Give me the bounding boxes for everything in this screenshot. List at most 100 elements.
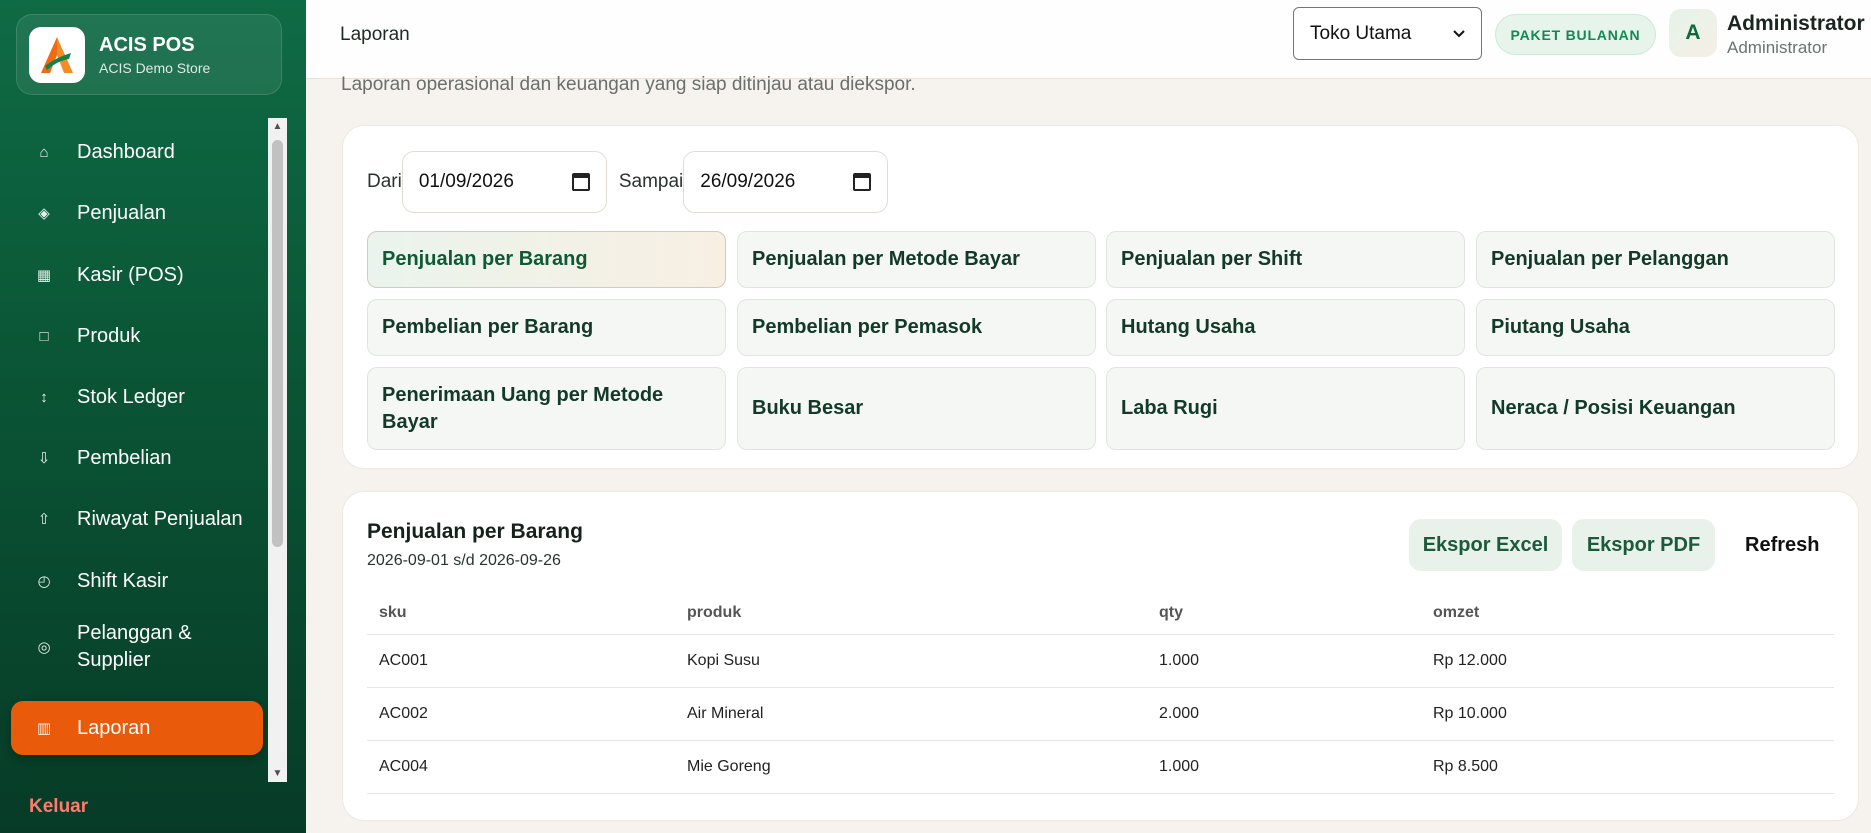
- user-name: Administrator: [1727, 12, 1865, 35]
- upload-arrow-icon: ⇧: [37, 511, 51, 528]
- sidebar-item-label: Produk: [77, 324, 141, 347]
- from-label: Dari: [367, 171, 402, 192]
- report-result-card: Penjualan per Barang 2026-09-01 s/d 2026…: [342, 491, 1859, 821]
- sidebar-item-dashboard[interactable]: ⌂ Dashboard: [11, 125, 263, 179]
- report-piutang-usaha[interactable]: Piutang Usaha: [1476, 299, 1835, 356]
- plan-badge: PAKET BULANAN: [1495, 14, 1656, 55]
- table-row[interactable]: AC001 Kopi Susu 1.000 Rp 12.000: [367, 635, 1834, 688]
- sidebar-item-riwayat-penjualan[interactable]: ⇧ Riwayat Penjualan: [11, 492, 263, 546]
- report-pembelian-per-pemasok[interactable]: Pembelian per Pemasok: [737, 299, 1096, 356]
- sidebar-item-label: Dashboard: [77, 140, 175, 163]
- sidebar-item-laporan[interactable]: ▥ Laporan: [11, 701, 263, 755]
- sidebar-item-stok-ledger[interactable]: ↕ Stok Ledger: [11, 370, 263, 424]
- to-label: Sampai: [618, 171, 684, 192]
- sales-icon: ◈: [38, 205, 50, 222]
- report-bars-icon: ▥: [36, 720, 52, 737]
- cell-qty: 1.000: [1159, 758, 1200, 775]
- calendar-icon[interactable]: [853, 173, 872, 191]
- cell-qty: 2.000: [1159, 705, 1200, 722]
- report-penjualan-per-pelanggan[interactable]: Penjualan per Pelanggan: [1476, 231, 1835, 288]
- cashier-grid-icon: ▦: [36, 267, 52, 284]
- from-date-input[interactable]: 01/09/2026: [401, 151, 607, 213]
- acis-logo: [29, 26, 85, 83]
- up-down-arrow-icon: ↕: [40, 388, 48, 406]
- brand-store: ACIS Demo Store: [99, 59, 211, 76]
- report-neraca-posisi-keuangan[interactable]: Neraca / Posisi Keuangan: [1476, 367, 1835, 450]
- date-range: Dari 01/09/2026 Sampai 26/09/2026: [367, 151, 889, 213]
- report-table: sku produk qty omzet AC001 Kopi Susu 1.0…: [367, 592, 1834, 794]
- column-header-produk[interactable]: produk: [687, 592, 741, 634]
- to-date-value: 26/09/2026: [700, 171, 796, 192]
- cell-produk: Kopi Susu: [687, 652, 760, 669]
- table-header-row: sku produk qty omzet: [367, 592, 1834, 635]
- report-hutang-usaha[interactable]: Hutang Usaha: [1106, 299, 1465, 356]
- product-box-icon: □: [39, 327, 49, 345]
- store-select[interactable]: Toko Utama: [1293, 7, 1482, 60]
- target-icon: ◎: [37, 639, 51, 656]
- logout-link[interactable]: Keluar: [29, 796, 88, 818]
- sidebar-item-label: Stok Ledger: [77, 385, 185, 408]
- cell-omzet: Rp 12.000: [1433, 652, 1507, 669]
- from-date-value: 01/09/2026: [418, 171, 514, 192]
- sidebar-item-shift-kasir[interactable]: ◴ Shift Kasir: [11, 554, 263, 608]
- sidebar-item-label: Shift Kasir: [77, 569, 169, 592]
- scroll-up-arrow-icon[interactable]: ▲: [268, 118, 287, 135]
- sidebar-nav: ⌂ Dashboard ◈ Penjualan ▦ Kasir (POS) □ …: [0, 118, 268, 782]
- table-row[interactable]: AC004 Mie Goreng 1.000 Rp 8.500: [367, 741, 1834, 794]
- export-excel-button[interactable]: Ekspor Excel: [1409, 519, 1562, 571]
- breadcrumb: Laporan: [340, 24, 410, 45]
- sidebar-item-produk[interactable]: □ Produk: [11, 309, 263, 363]
- user-role: Administrator: [1727, 38, 1828, 57]
- store-select-value: Toko Utama: [1310, 22, 1412, 44]
- sidebar-item-label: Riwayat Penjualan: [77, 507, 243, 530]
- home-icon: ⌂: [39, 143, 49, 161]
- sidebar-item-label: Laporan: [77, 716, 151, 739]
- refresh-button[interactable]: Refresh: [1745, 519, 1819, 571]
- report-pembelian-per-barang[interactable]: Pembelian per Barang: [367, 299, 726, 356]
- export-pdf-button[interactable]: Ekspor PDF: [1572, 519, 1715, 571]
- scroll-down-arrow-icon[interactable]: ▼: [268, 765, 287, 782]
- sidebar-item-pelanggan-supplier[interactable]: ◎ Pelanggan & Supplier: [11, 615, 263, 679]
- report-title: Penjualan per Barang: [367, 520, 583, 543]
- chevron-down-icon: [1453, 29, 1465, 37]
- brand-name: ACIS POS: [99, 33, 195, 56]
- acis-logo-icon: [41, 36, 73, 73]
- sidebar-item-label: Kasir (POS): [77, 263, 184, 286]
- cell-omzet: Rp 8.500: [1433, 758, 1498, 775]
- report-penjualan-per-metode-bayar[interactable]: Penjualan per Metode Bayar: [737, 231, 1096, 288]
- report-laba-rugi[interactable]: Laba Rugi: [1106, 367, 1465, 450]
- to-date-input[interactable]: 26/09/2026: [683, 151, 889, 213]
- brand-card[interactable]: ACIS POS ACIS Demo Store: [16, 14, 282, 95]
- table-row[interactable]: AC002 Air Mineral 2.000 Rp 10.000: [367, 688, 1834, 741]
- cell-sku: AC002: [379, 705, 428, 722]
- sidebar-scrollbar[interactable]: ▲ ▼: [268, 118, 287, 782]
- sidebar-item-label: Pelanggan & Supplier: [77, 622, 192, 671]
- sidebar-item-label: Pembelian: [77, 446, 172, 469]
- sidebar-item-kasir[interactable]: ▦ Kasir (POS): [11, 248, 263, 302]
- column-header-sku[interactable]: sku: [379, 592, 407, 634]
- cell-qty: 1.000: [1159, 652, 1200, 669]
- report-date-range: 2026-09-01 s/d 2026-09-26: [367, 552, 561, 569]
- report-penerimaan-uang-per-metode-bayar[interactable]: Penerimaan Uang per Metode Bayar: [367, 367, 726, 450]
- column-header-omzet[interactable]: omzet: [1433, 592, 1479, 634]
- cell-produk: Mie Goreng: [687, 758, 771, 775]
- report-buku-besar[interactable]: Buku Besar: [737, 367, 1096, 450]
- sidebar-item-penjualan[interactable]: ◈ Penjualan: [11, 186, 263, 240]
- report-penjualan-per-barang[interactable]: Penjualan per Barang: [367, 231, 726, 288]
- scroll-thumb[interactable]: [272, 140, 283, 547]
- calendar-icon[interactable]: [571, 173, 590, 191]
- sidebar-item-label: Penjualan: [77, 201, 166, 224]
- report-penjualan-per-shift[interactable]: Penjualan per Shift: [1106, 231, 1465, 288]
- download-arrow-icon: ⇩: [37, 450, 51, 467]
- page-subtitle: Laporan operasional dan keuangan yang si…: [341, 74, 916, 95]
- cell-sku: AC001: [379, 652, 428, 669]
- cell-omzet: Rp 10.000: [1433, 705, 1507, 722]
- column-header-qty[interactable]: qty: [1159, 592, 1183, 634]
- cell-produk: Air Mineral: [687, 705, 764, 722]
- avatar[interactable]: A: [1669, 9, 1717, 57]
- sidebar-item-pembelian[interactable]: ⇩ Pembelian: [11, 431, 263, 485]
- clock-icon: ◴: [37, 573, 51, 590]
- sidebar: ACIS POS ACIS Demo Store ⌂ Dashboard ◈ P…: [0, 0, 306, 833]
- cell-sku: AC004: [379, 758, 428, 775]
- topbar: Laporan Toko Utama PAKET BULANAN A Admin…: [306, 0, 1871, 79]
